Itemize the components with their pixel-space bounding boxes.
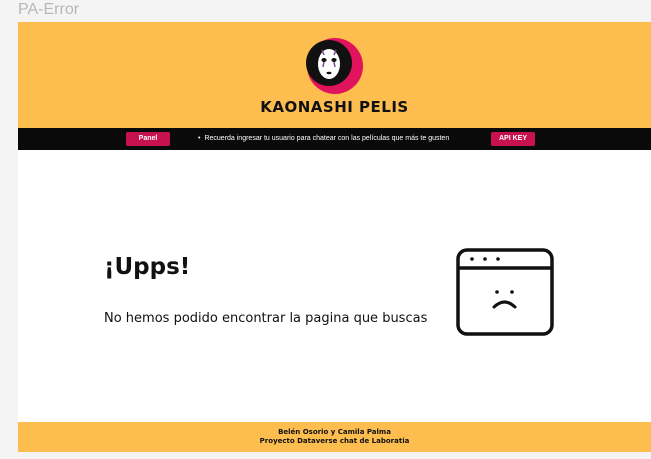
navbar: Panel • Recuerda ingresar tu usuario para… xyxy=(18,128,651,150)
marquee-bullet: • xyxy=(198,135,201,142)
footer-project: Proyecto Dataverse chat de Laboratia xyxy=(259,437,410,445)
frame-label: PA-Error xyxy=(18,1,80,18)
panel-button[interactable]: Panel xyxy=(126,132,170,146)
page: KAONASHI PELIS Panel • Recuerda ingresar … xyxy=(18,22,651,452)
error-title: ¡Upps! xyxy=(104,254,191,280)
site-footer: Belén Osorio y Camila Palma Proyecto Dat… xyxy=(18,422,651,452)
api-key-button[interactable]: API KEY xyxy=(491,132,535,146)
marquee-text: Recuerda ingresar tu usuario para chatea… xyxy=(204,135,450,142)
footer-authors: Belén Osorio y Camila Palma xyxy=(278,428,391,436)
info-marquee: • Recuerda ingresar tu usuario para chate… xyxy=(198,132,449,146)
error-message: No hemos podido encontrar la pagina que … xyxy=(104,311,428,326)
kaonashi-mask-icon[interactable] xyxy=(306,37,364,95)
sad-browser-window-icon xyxy=(456,248,554,336)
site-header: KAONASHI PELIS xyxy=(18,22,651,128)
brand-title: KAONASHI PELIS xyxy=(260,98,409,116)
